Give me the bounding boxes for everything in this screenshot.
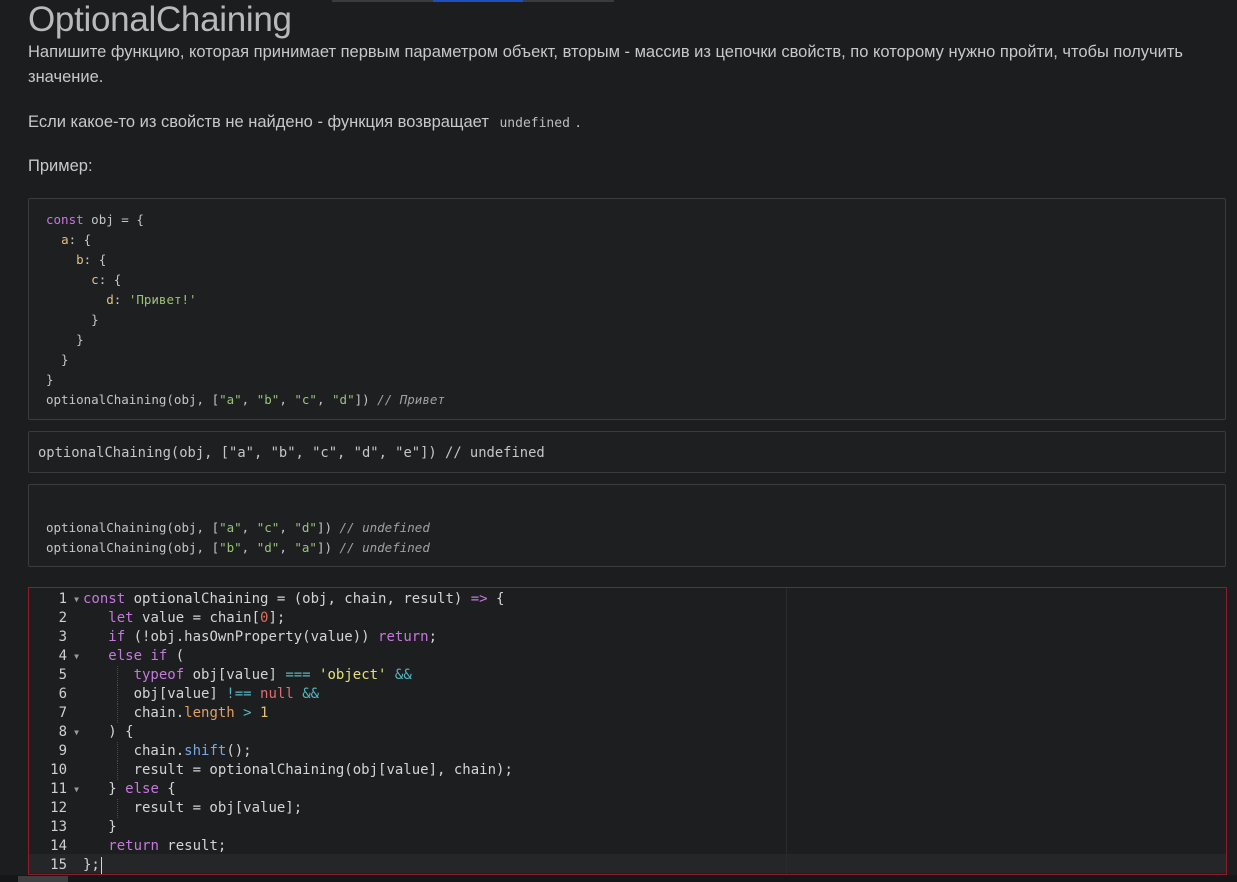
code-key: a (61, 232, 69, 247)
line-number: 13 (50, 819, 67, 835)
horizontal-scrollbar[interactable] (0, 875, 1237, 882)
example-code-block-1: const obj = { a: { b: { c: { d: 'Привет!… (28, 198, 1226, 420)
print-margin (786, 588, 787, 874)
line-number: 3 (58, 629, 67, 645)
indent-guide (117, 799, 118, 818)
code-line-12[interactable]: result = obj[value]; (83, 799, 513, 818)
code-editor[interactable]: 1 ▼ 2 3 4 ▼ 5 6 7 8 ▼ 9 10 11 ▼ 12 13 14 15 … (28, 587, 1227, 875)
task-note-end: . (575, 113, 581, 131)
fold-arrow-icon[interactable]: ▼ (74, 590, 79, 609)
line-number: 9 (58, 743, 67, 759)
indent-guide (117, 742, 118, 761)
editor-text-area[interactable]: const optionalChaining = (obj, chain, re… (83, 590, 513, 874)
example-label: Пример: (28, 157, 93, 175)
code-arg: "d" (332, 392, 355, 407)
example-code-block-2: optionalChaining(obj, ["a", "b", "c", "d… (28, 431, 1226, 473)
code-line-10[interactable]: result = optionalChaining(obj[value], ch… (83, 761, 513, 780)
line-number: 6 (58, 686, 67, 702)
code-key: c (91, 272, 99, 287)
code-line-4[interactable]: else if ( (83, 647, 513, 666)
code-call: optionalChaining(obj, [ (46, 520, 220, 535)
example-code-3: optionalChaining(obj, ["a", "c", "d"]) /… (46, 520, 430, 555)
code-arg: "c" (256, 520, 280, 535)
code-line-3[interactable]: if (!obj.hasOwnProperty(value)) return; (83, 628, 513, 647)
indent-guide (117, 704, 118, 723)
code-key: b (76, 252, 84, 267)
line-number: 2 (58, 610, 67, 626)
code-line-11[interactable]: } else { (83, 780, 513, 799)
line-number: 10 (50, 762, 67, 778)
code-string: 'Привет!' (128, 292, 197, 307)
code-arg: "a" (219, 520, 242, 535)
example-code-2: optionalChaining(obj, ["a", "b", "c", "d… (38, 445, 545, 461)
editor-gutter[interactable]: 1 ▼ 2 3 4 ▼ 5 6 7 8 ▼ 9 10 11 ▼ 12 13 14 15 (29, 590, 81, 874)
line-number: 14 (50, 838, 67, 854)
code-comment: // Привет (377, 392, 445, 407)
line-number: 8 ▼ (58, 723, 79, 742)
code-arg: "d" (294, 520, 317, 535)
indent-guide (117, 685, 118, 704)
task-note-text: Если какое-то из свойств не найдено - фу… (28, 113, 489, 131)
code-line-6[interactable]: obj[value] !== null && (83, 685, 513, 704)
page-title: OptionalChaining (28, 0, 292, 39)
fold-arrow-icon[interactable]: ▼ (74, 780, 79, 799)
code-call: optionalChaining(obj, [ (46, 540, 220, 555)
code-arg: "a" (219, 392, 242, 407)
fold-arrow-icon[interactable]: ▼ (74, 723, 79, 742)
code-line-9[interactable]: chain.shift(); (83, 742, 513, 761)
active-tab-indicator (433, 0, 523, 2)
code-line-2[interactable]: let value = chain[0]; (83, 609, 513, 628)
line-number: 11 ▼ (50, 780, 79, 799)
task-note: Если какое-то из свойств не найдено - фу… (28, 110, 1233, 136)
indent-guide (117, 666, 118, 685)
code-arg: "b" (256, 392, 280, 407)
code-arg: "a" (294, 540, 317, 555)
code-line-7[interactable]: chain.length > 1 (83, 704, 513, 723)
code-line-8[interactable]: ) { (83, 723, 513, 742)
line-number: 4 ▼ (58, 647, 79, 666)
code-call: optionalChaining(obj, [ (46, 392, 220, 407)
task-description: Напишите функцию, которая принимает перв… (28, 43, 1184, 86)
code-arg: "d" (256, 540, 280, 555)
code-line-15[interactable]: }; (83, 856, 513, 874)
code-comment: // undefined (339, 540, 430, 555)
example-code-1: const obj = { a: { b: { c: { d: 'Привет!… (46, 212, 445, 407)
code-line-1[interactable]: const optionalChaining = (obj, chain, re… (83, 590, 513, 609)
code-arg: "c" (294, 392, 317, 407)
code-key: d (106, 292, 114, 307)
code-line-5[interactable]: typeof obj[value] === 'object' && (83, 666, 513, 685)
code-line-13[interactable]: } (83, 818, 513, 837)
line-number: 1 ▼ (58, 590, 79, 609)
line-number: 5 (58, 667, 67, 683)
inline-code-undefined: undefined (499, 116, 570, 131)
code-comment: // undefined (339, 520, 430, 535)
line-number: 12 (50, 800, 67, 816)
code-text: obj = { (83, 212, 144, 227)
example-code-block-3: optionalChaining(obj, ["a", "c", "d"]) /… (28, 484, 1226, 567)
text-cursor (100, 856, 102, 874)
line-number: 7 (58, 705, 67, 721)
indent-guide (117, 761, 118, 780)
code-arg: "b" (219, 540, 242, 555)
code-line-14[interactable]: return result; (83, 837, 513, 856)
code-keyword: const (46, 212, 84, 227)
scrollbar-thumb[interactable] (18, 876, 68, 882)
line-number: 15 (50, 857, 67, 873)
fold-arrow-icon[interactable]: ▼ (74, 647, 79, 666)
